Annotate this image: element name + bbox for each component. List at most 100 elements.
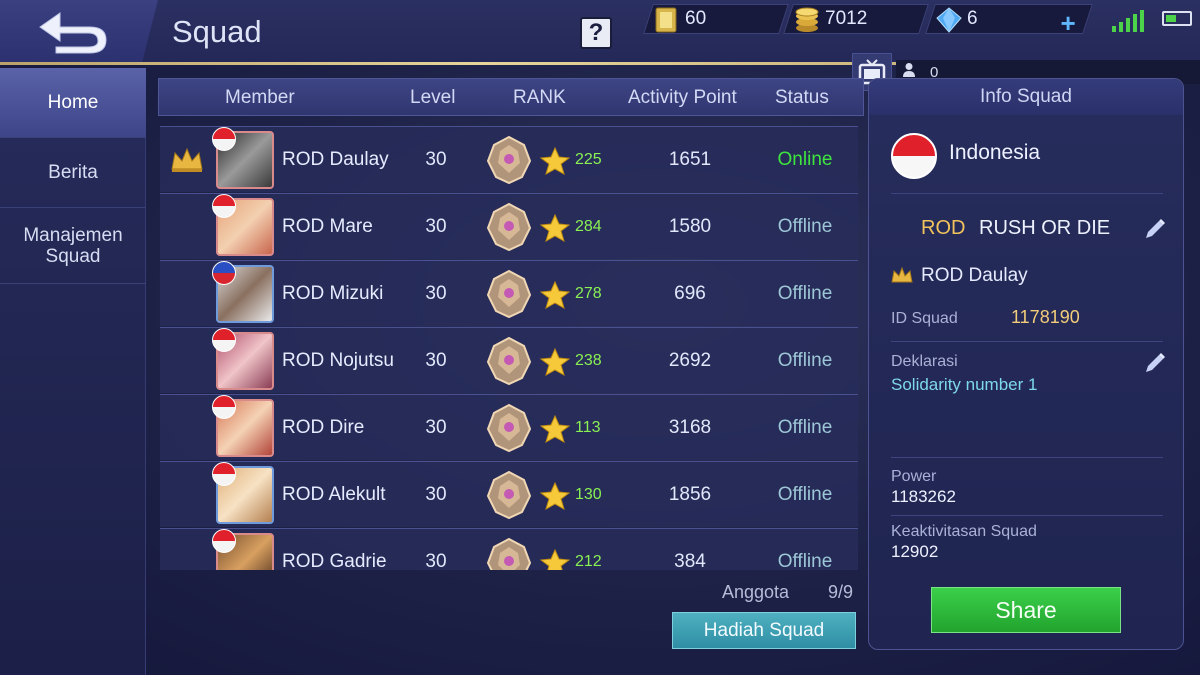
status-offline: Offline: [777, 216, 833, 237]
table-row[interactable]: ROD Daulay 30 225 1651 Online: [160, 126, 858, 192]
member-name: ROD Nojutsu: [282, 350, 394, 371]
help-icon[interactable]: ?: [580, 17, 612, 49]
avatar[interactable]: [212, 395, 274, 457]
ticket-counter[interactable]: 60: [643, 4, 789, 34]
rank-emblem-icon: [484, 537, 534, 570]
avatar[interactable]: [212, 194, 274, 256]
squad-activity: 12902: [891, 542, 939, 561]
column-header-activity[interactable]: Activity Point: [628, 87, 737, 109]
avatar[interactable]: [212, 529, 274, 570]
activity-point: 2692: [668, 350, 712, 371]
star-count: 130: [575, 486, 602, 503]
rank-emblem-icon: [484, 135, 534, 190]
star-count: 113: [575, 419, 601, 436]
status-offline: Offline: [777, 350, 833, 371]
status-offline: Offline: [777, 417, 833, 438]
ticket-icon: [653, 7, 679, 39]
squad-info-panel: Info Squad Indonesia ROD RUSH OR DIE ROD…: [868, 78, 1184, 650]
flag-icon: [212, 529, 236, 553]
divider: [891, 515, 1163, 516]
pencil-icon[interactable]: [1143, 351, 1167, 380]
activity-point: 3168: [668, 417, 712, 438]
avatar[interactable]: [212, 462, 274, 524]
member-level: 30: [425, 551, 447, 570]
activity-point: 1856: [668, 484, 712, 505]
table-row[interactable]: ROD Gadrie 30 212 384 Offline: [160, 528, 858, 570]
squad-country: Indonesia: [949, 141, 1041, 164]
table-row[interactable]: ROD Mizuki 30 278 696 Offline: [160, 260, 858, 326]
member-level: 30: [425, 283, 447, 304]
member-name: ROD Daulay: [282, 149, 389, 170]
member-name: ROD Mare: [282, 216, 373, 237]
back-button[interactable]: [0, 0, 158, 62]
squad-power: 1183262: [891, 487, 956, 506]
table-row[interactable]: ROD Alekult 30 130 1856 Offline: [160, 461, 858, 527]
column-header-rank[interactable]: RANK: [513, 87, 566, 109]
sidebar-item-home[interactable]: Home: [0, 68, 146, 138]
back-arrow-icon: [39, 12, 107, 54]
member-name: ROD Gadrie: [282, 551, 387, 570]
star-icon: [539, 280, 571, 314]
crown-icon: [891, 266, 913, 290]
rank-emblem-icon: [484, 403, 534, 458]
rank-emblem-icon: [484, 470, 534, 525]
member-name: ROD Alekult: [282, 484, 386, 505]
sidebar-item-label: Home: [47, 91, 99, 113]
sidebar: Home Berita Manajemen Squad: [0, 68, 146, 675]
share-button[interactable]: Share: [931, 587, 1121, 633]
table-row[interactable]: ROD Nojutsu 30 238 2692 Offline: [160, 327, 858, 393]
rank-emblem-icon: [484, 336, 534, 391]
star-count: 238: [575, 352, 602, 369]
gold-count: 7012: [825, 8, 868, 29]
flag-icon: [212, 127, 236, 151]
member-list[interactable]: ROD Daulay 30 225 1651 Online ROD Mare 3…: [160, 126, 858, 570]
diamond-icon: [935, 6, 963, 40]
member-name: ROD Mizuki: [282, 283, 384, 304]
star-count: 278: [575, 285, 602, 302]
divider: [891, 193, 1163, 194]
star-icon: [539, 347, 571, 381]
squad-tag: ROD: [921, 217, 966, 239]
member-count: 9/9: [828, 582, 854, 602]
sidebar-item-berita[interactable]: Berita: [0, 138, 146, 208]
signal-icon: [1112, 10, 1144, 32]
battery-icon: [1162, 11, 1192, 26]
avatar[interactable]: [212, 328, 274, 390]
rank-emblem-icon: [484, 269, 534, 324]
avatar[interactable]: [212, 127, 274, 189]
gold-counter[interactable]: 7012: [783, 4, 929, 34]
star-count: 212: [575, 553, 602, 570]
star-count: 284: [575, 218, 602, 235]
flag-icon: [212, 462, 236, 486]
gold-coin-icon: [793, 6, 821, 40]
star-icon: [539, 146, 571, 180]
pencil-icon[interactable]: [1143, 217, 1167, 246]
diamond-counter[interactable]: 6 +: [925, 4, 1093, 38]
star-icon: [539, 414, 571, 448]
plus-icon[interactable]: +: [1060, 8, 1075, 39]
squad-reward-button[interactable]: Hadiah Squad: [672, 612, 856, 649]
activity-point: 1580: [668, 216, 712, 237]
squad-declaration: Solidarity number 1: [891, 375, 1038, 394]
member-level: 30: [425, 417, 447, 438]
table-row[interactable]: ROD Dire 30 113 3168 Offline: [160, 394, 858, 460]
status-offline: Offline: [777, 484, 833, 505]
table-row[interactable]: ROD Mare 30 284 1580 Offline: [160, 193, 858, 259]
flag-icon: [212, 328, 236, 352]
activity-point: 1651: [668, 149, 712, 170]
column-header-status[interactable]: Status: [775, 87, 829, 109]
flag-icon: [891, 133, 937, 179]
status-offline: Offline: [777, 551, 833, 570]
page-title: Squad: [172, 14, 262, 49]
avatar[interactable]: [212, 261, 274, 323]
sidebar-item-label: Berita: [48, 161, 98, 183]
squad-id: 1178190: [1011, 307, 1080, 327]
power-label: Power: [891, 468, 937, 485]
column-header-level[interactable]: Level: [410, 87, 455, 109]
table-header: Member Level RANK Activity Point Status: [158, 78, 864, 116]
sidebar-item-manajemen-squad[interactable]: Manajemen Squad: [0, 208, 146, 284]
status-offline: Offline: [777, 283, 833, 304]
flag-icon: [212, 395, 236, 419]
column-header-member[interactable]: Member: [225, 87, 295, 109]
crown-icon: [170, 147, 204, 178]
